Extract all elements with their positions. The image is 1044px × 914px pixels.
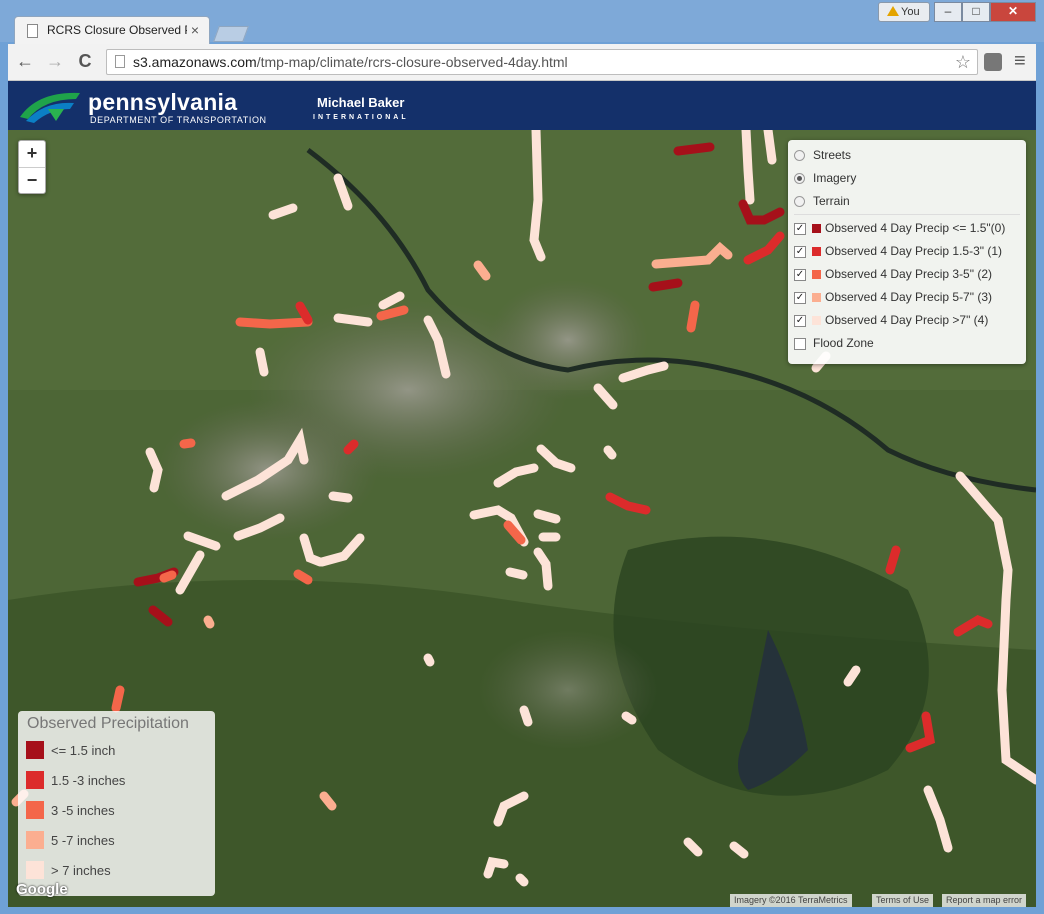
precip-2-label: Observed 4 Day Precip 3-5" (2)	[825, 267, 992, 281]
profile-label: You	[901, 6, 920, 18]
flood-zone-checkbox[interactable]	[794, 338, 806, 350]
minimize-button[interactable]: –	[934, 2, 962, 22]
zoom-in-button[interactable]: +	[19, 141, 45, 168]
maximize-button[interactable]: □	[962, 2, 990, 22]
google-logo[interactable]: Google	[16, 881, 68, 898]
flood-zone-label: Flood Zone	[813, 336, 874, 350]
precip-0-label: Observed 4 Day Precip <= 1.5"(0)	[825, 221, 1006, 235]
precip-4-swatch	[812, 316, 821, 325]
legend-label: 1.5 -3 inches	[51, 773, 126, 788]
extension-icon[interactable]	[984, 53, 1002, 71]
imagery-label: Imagery	[813, 171, 857, 185]
browser-tab[interactable]: RCRS Closure Observed P ×	[14, 16, 210, 44]
precip-0-swatch	[812, 224, 821, 233]
streets-radio[interactable]	[794, 150, 805, 161]
tab-title: RCRS Closure Observed P	[47, 23, 187, 37]
precip-2-checkbox[interactable]: ✓	[794, 269, 806, 281]
imagery-attribution: Imagery ©2016 TerraMetrics	[730, 894, 852, 907]
terms-of-use-link[interactable]: Terms of Use	[872, 894, 934, 907]
precip-4-checkbox[interactable]: ✓	[794, 315, 806, 327]
url-text[interactable]: s3.amazonaws.com/tmp-map/climate/rcrs-cl…	[133, 54, 568, 70]
warning-icon	[887, 6, 899, 16]
layer-separator	[794, 214, 1020, 215]
url-path: /tmp-map/climate/rcrs-closure-observed-4…	[256, 54, 568, 70]
streets-label: Streets	[813, 148, 852, 162]
terrain-label: Terrain	[813, 194, 850, 208]
back-button[interactable]: ←	[14, 51, 36, 73]
zoom-control: + −	[18, 140, 46, 194]
new-tab-button[interactable]	[213, 26, 249, 42]
close-window-button[interactable]: ✕	[990, 2, 1036, 22]
reload-button[interactable]: C	[74, 51, 96, 73]
legend-swatch	[26, 861, 44, 879]
legend-title: Observed Precipitation	[27, 715, 189, 732]
page-content: pennsylvania DEPARTMENT OF TRANSPORTATIO…	[8, 81, 1036, 907]
bookmark-star-icon[interactable]: ☆	[955, 52, 971, 73]
legend-label: 5 -7 inches	[51, 833, 115, 848]
title-bar: RCRS Closure Observed P × You – □ ✕	[0, 0, 1044, 44]
legend-swatch	[26, 741, 44, 759]
page-icon	[27, 24, 38, 38]
layer-control: Streets Imagery Terrain ✓ Observed 4 Day…	[788, 140, 1026, 364]
precipitation-legend: Observed Precipitation <= 1.5 inch 1.5 -…	[18, 711, 215, 896]
legend-label: <= 1.5 inch	[51, 743, 116, 758]
precip-0-checkbox[interactable]: ✓	[794, 223, 806, 235]
precip-3-swatch	[812, 293, 821, 302]
map-canvas[interactable]: + − Streets Imagery Terrain ✓ Observed 4…	[8, 130, 1036, 907]
legend-swatch	[26, 831, 44, 849]
legend-swatch	[26, 801, 44, 819]
url-host: s3.amazonaws.com	[133, 54, 257, 70]
report-map-error-link[interactable]: Report a map error	[942, 894, 1027, 907]
penndot-name: pennsylvania	[88, 89, 238, 115]
site-header: pennsylvania DEPARTMENT OF TRANSPORTATIO…	[8, 81, 1036, 130]
profile-button[interactable]: You	[878, 2, 930, 22]
forward-button[interactable]: →	[44, 51, 66, 73]
imagery-radio[interactable]	[794, 173, 805, 184]
michael-baker-sub: INTERNATIONAL	[313, 114, 409, 121]
precip-4-label: Observed 4 Day Precip >7" (4)	[825, 313, 989, 327]
penndot-dept: DEPARTMENT OF TRANSPORTATION	[90, 115, 267, 125]
precip-3-label: Observed 4 Day Precip 5-7" (3)	[825, 290, 992, 304]
page-info-icon[interactable]	[115, 55, 125, 68]
precip-3-checkbox[interactable]: ✓	[794, 292, 806, 304]
precip-1-swatch	[812, 247, 821, 256]
terrain-radio[interactable]	[794, 196, 805, 207]
legend-swatch	[26, 771, 44, 789]
precip-1-checkbox[interactable]: ✓	[794, 246, 806, 258]
michael-baker-name: Michael Baker	[317, 95, 405, 110]
zoom-out-button[interactable]: −	[19, 168, 45, 194]
precip-2-swatch	[812, 270, 821, 279]
precip-1-label: Observed 4 Day Precip 1.5-3" (1)	[825, 244, 1002, 258]
legend-label: 3 -5 inches	[51, 803, 115, 818]
browser-window: RCRS Closure Observed P × You – □ ✕ ← → …	[0, 0, 1044, 914]
browser-toolbar: ← → C s3.amazonaws.com/tmp-map/climate/r…	[8, 44, 1036, 81]
menu-icon[interactable]: ≡	[1014, 50, 1026, 73]
address-bar[interactable]: s3.amazonaws.com/tmp-map/climate/rcrs-cl…	[106, 49, 978, 75]
tab-close-icon[interactable]: ×	[191, 22, 199, 38]
penndot-logo	[20, 92, 80, 123]
legend-label: > 7 inches	[51, 863, 111, 878]
